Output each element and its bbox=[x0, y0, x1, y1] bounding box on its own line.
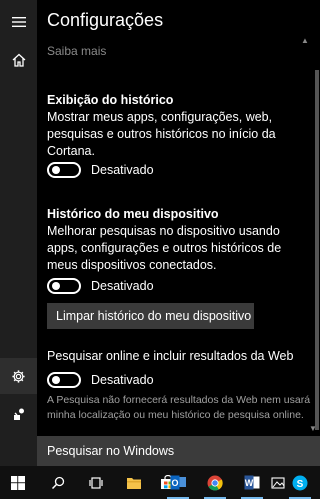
feedback-icon bbox=[13, 408, 24, 420]
toggle-knob bbox=[52, 166, 60, 174]
home-button[interactable] bbox=[0, 42, 37, 78]
search-input[interactable]: Pesquisar no Windows bbox=[37, 436, 320, 466]
svg-text:W: W bbox=[245, 478, 254, 488]
hamburger-icon bbox=[11, 17, 26, 27]
device-history-description: Melhorar pesquisas no dispositivo usando… bbox=[47, 224, 282, 272]
task-view-icon bbox=[89, 476, 103, 489]
chrome-icon bbox=[207, 475, 223, 491]
windows-logo-icon bbox=[11, 475, 25, 490]
hamburger-menu-button[interactable] bbox=[0, 4, 37, 40]
device-history-toggle-row[interactable]: Desativado bbox=[47, 278, 154, 294]
web-search-toggle-row[interactable]: Desativado bbox=[47, 372, 154, 388]
history-display-toggle[interactable] bbox=[47, 162, 81, 178]
search-input-placeholder: Pesquisar no Windows bbox=[47, 444, 175, 458]
scroll-up-arrow-icon[interactable]: ▲ bbox=[301, 36, 309, 45]
toggle-knob bbox=[52, 376, 60, 384]
history-display-toggle-label: Desativado bbox=[91, 163, 154, 177]
web-search-toggle-label: Desativado bbox=[91, 373, 154, 387]
web-search-toggle[interactable] bbox=[47, 372, 81, 388]
gear-icon bbox=[12, 369, 25, 383]
history-display-title: Exibição do histórico bbox=[47, 93, 174, 107]
file-explorer-button[interactable] bbox=[118, 466, 150, 499]
scrollbar[interactable] bbox=[314, 36, 320, 436]
scroll-down-arrow-icon[interactable]: ▼ bbox=[309, 424, 317, 433]
settings-panel: Configurações ▲ Saiba mais Exibição do h… bbox=[37, 0, 320, 436]
outlook-button[interactable]: O bbox=[162, 466, 194, 499]
svg-text:O: O bbox=[171, 478, 178, 488]
skype-icon: S bbox=[292, 475, 308, 490]
feedback-button[interactable] bbox=[0, 396, 37, 432]
clear-device-history-button[interactable]: Limpar histórico do meu dispositivo bbox=[47, 303, 254, 329]
taskbar: O W S bbox=[0, 466, 320, 499]
search-icon bbox=[51, 476, 65, 489]
left-rail bbox=[0, 0, 37, 436]
taskbar-search-button[interactable] bbox=[42, 466, 74, 499]
settings-button[interactable] bbox=[0, 358, 37, 394]
rail-bottom-spacer bbox=[0, 436, 37, 466]
skype-button[interactable]: S bbox=[284, 466, 316, 499]
word-icon: W bbox=[244, 475, 260, 490]
file-explorer-icon bbox=[127, 477, 141, 489]
start-button[interactable] bbox=[2, 466, 34, 499]
toggle-knob bbox=[52, 282, 60, 290]
outlook-icon: O bbox=[170, 475, 186, 490]
history-display-toggle-row[interactable]: Desativado bbox=[47, 162, 154, 178]
scrollbar-thumb[interactable] bbox=[315, 70, 319, 430]
svg-text:S: S bbox=[297, 479, 304, 490]
history-display-description: Mostrar meus apps, configurações, web, p… bbox=[47, 110, 276, 158]
device-history-title: Histórico do meu dispositivo bbox=[47, 207, 219, 221]
device-history-toggle-label: Desativado bbox=[91, 279, 154, 293]
web-search-note: A Pesquisa não fornecerá resultados da W… bbox=[47, 394, 311, 421]
page-title: Configurações bbox=[47, 10, 164, 30]
home-icon bbox=[12, 53, 25, 67]
web-search-title: Pesquisar online e incluir resultados da… bbox=[47, 349, 294, 363]
learn-more-link[interactable]: Saiba mais bbox=[47, 44, 106, 58]
photos-icon bbox=[271, 476, 285, 489]
chrome-button[interactable] bbox=[199, 466, 231, 499]
task-view-button[interactable] bbox=[80, 466, 112, 499]
device-history-toggle[interactable] bbox=[47, 278, 81, 294]
